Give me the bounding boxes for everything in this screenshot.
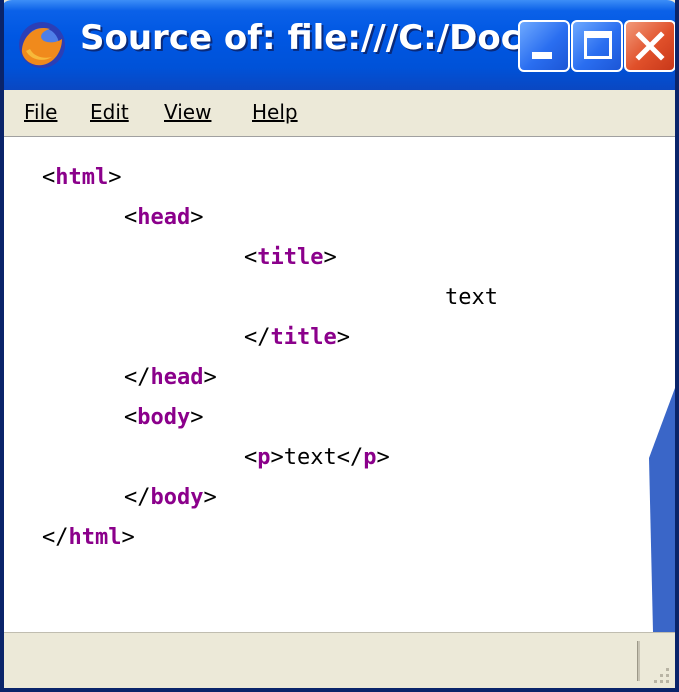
bracket: > xyxy=(190,405,204,430)
bracket: < xyxy=(124,205,138,230)
close-icon xyxy=(635,31,665,61)
source-line: <p>text</p> xyxy=(244,445,390,470)
maximize-icon xyxy=(584,31,612,59)
source-line: </html> xyxy=(42,525,135,550)
source-line: </title> xyxy=(244,325,350,350)
view-source-window: Source of: file:///C:/Doc... File Edit V… xyxy=(0,0,679,692)
bracket: > xyxy=(121,525,135,550)
menu-view-label: View xyxy=(164,100,212,124)
menu-file[interactable]: File xyxy=(24,100,57,124)
bracket: > xyxy=(376,445,390,470)
minimize-icon xyxy=(532,52,552,59)
bracket: < xyxy=(42,165,56,190)
menu-bar: File Edit View Help xyxy=(4,90,675,136)
source-line: <title> xyxy=(244,245,337,270)
window-title: Source of: file:///C:/Doc... xyxy=(80,18,560,58)
bracket: > xyxy=(203,485,217,510)
menu-edit[interactable]: Edit xyxy=(90,100,129,124)
menu-help[interactable]: Help xyxy=(252,100,298,124)
bracket: </ xyxy=(124,485,151,510)
resize-grip-icon[interactable] xyxy=(649,663,671,685)
tag-name: head xyxy=(137,205,191,230)
bracket: </ xyxy=(42,525,69,550)
bracket: > xyxy=(108,165,122,190)
bracket: > xyxy=(336,325,350,350)
tag-name: p xyxy=(363,445,377,470)
status-bar xyxy=(4,633,675,688)
firefox-icon xyxy=(19,22,65,68)
bracket: > xyxy=(190,205,204,230)
bracket: > xyxy=(203,365,217,390)
bracket: > xyxy=(323,245,337,270)
menu-help-label: Help xyxy=(252,100,298,124)
status-separator xyxy=(637,641,640,681)
close-button[interactable] xyxy=(624,20,675,72)
tag-name: title xyxy=(270,325,337,350)
bracket: </ xyxy=(244,325,271,350)
bracket: < xyxy=(244,245,258,270)
menu-file-label: File xyxy=(24,100,58,124)
source-line: <head> xyxy=(124,205,203,230)
maximize-button[interactable] xyxy=(571,20,623,72)
tag-name: body xyxy=(137,405,191,430)
bracket: </ xyxy=(124,365,151,390)
text-node: >text</ xyxy=(270,445,364,470)
bracket: < xyxy=(124,405,138,430)
source-line: </head> xyxy=(124,365,217,390)
title-bar[interactable]: Source of: file:///C:/Doc... xyxy=(4,0,675,90)
minimize-button[interactable] xyxy=(518,20,570,72)
tag-name: title xyxy=(257,245,324,270)
source-line: </body> xyxy=(124,485,217,510)
source-view[interactable]: <html> <head> <title> text </title> </he… xyxy=(4,136,675,633)
tag-name: html xyxy=(68,525,122,550)
tag-name: head xyxy=(150,365,204,390)
source-line: text xyxy=(445,285,498,310)
source-line: <body> xyxy=(124,405,203,430)
text-node: text xyxy=(445,285,498,310)
bracket: < xyxy=(244,445,258,470)
source-line: <html> xyxy=(42,165,121,190)
tag-name: body xyxy=(150,485,204,510)
tag-name: p xyxy=(257,445,271,470)
menu-view[interactable]: View xyxy=(164,100,211,124)
background-window-edge xyxy=(649,388,675,632)
menu-edit-label: Edit xyxy=(90,100,129,124)
tag-name: html xyxy=(55,165,109,190)
